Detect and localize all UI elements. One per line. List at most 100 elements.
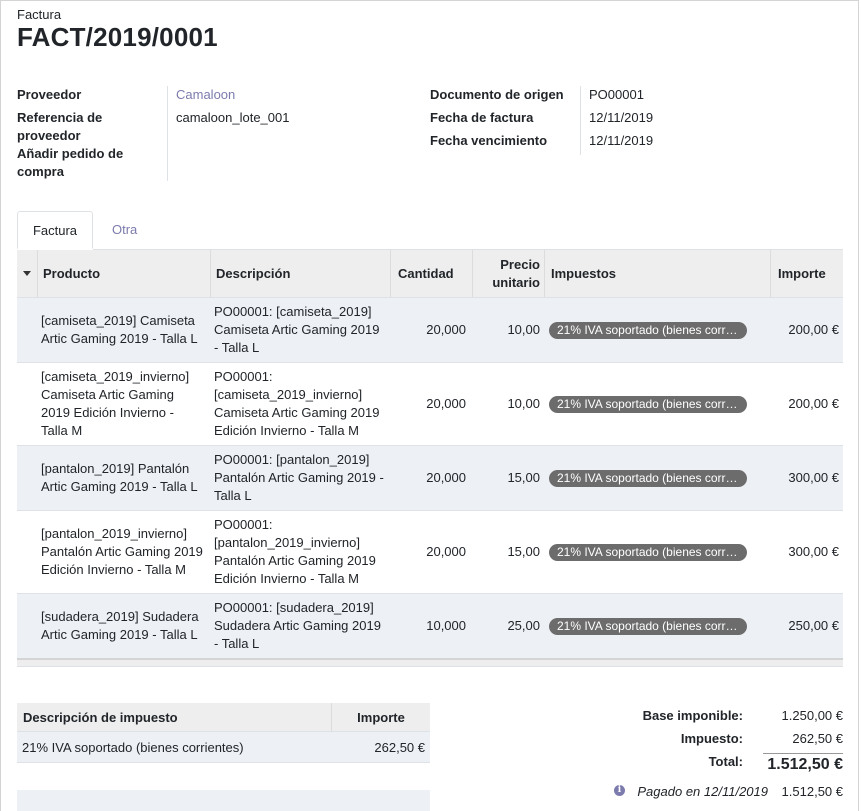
total-separator xyxy=(763,753,843,754)
product-cell-line: Talla M xyxy=(41,423,83,438)
product-cell-line: [pantalon_2019_invierno] xyxy=(41,526,188,541)
table-footer xyxy=(17,658,843,667)
tab-otra-informacion[interactable]: Otra Información xyxy=(97,211,195,275)
tax-badge[interactable]: 21% IVA soportado (bienes corrientes) xyxy=(549,395,747,413)
vendor-ref-label-line1: Referencia de xyxy=(17,110,103,125)
product-cell-line: Artic Gaming 2019 - Talla L xyxy=(41,479,198,494)
description-cell-line: Sudadera Artic Gaming 2019 xyxy=(214,618,381,633)
description-cell-line: Camiseta Artic Gaming 2019 xyxy=(214,322,380,337)
description-cell: PO00001: [camiseta_2019] Camiseta Artic G… xyxy=(214,298,390,362)
amount-cell: 200,00 € xyxy=(788,322,839,337)
description-cell-line: Edición Invierno - Talla M xyxy=(214,423,359,438)
product-cell-line: [camiseta_2019] Camiseta xyxy=(41,313,195,328)
column-header-unit-price[interactable]: Precio unitario xyxy=(472,250,545,297)
tab-factura[interactable]: Factura xyxy=(17,211,93,249)
taxes-cell: 21% IVA soportado (bienes corrientes) xyxy=(549,594,771,658)
description-cell-line: Talla L xyxy=(214,488,252,503)
quantity-cell: 20,000 xyxy=(426,322,466,337)
tax-badge[interactable]: 21% IVA soportado (bienes corrientes) xyxy=(549,469,747,487)
tax-amount-value: 262,50 € xyxy=(792,731,843,746)
taxes-cell: 21% IVA soportado (bienes corrientes) xyxy=(549,363,771,445)
quantity-cell: 20,000 xyxy=(426,544,466,559)
description-cell: PO00001: [pantalon_2019_invierno] Pantalón… xyxy=(214,511,390,593)
column-header-product[interactable]: Producto xyxy=(37,250,211,297)
tax-amount-label: Impuesto: xyxy=(680,731,743,746)
quantity-cell: 20,000 xyxy=(426,396,466,411)
unit-price-header-line1: Precio xyxy=(500,256,540,272)
total-value: 1.512,50 € xyxy=(767,756,843,773)
tax-badge[interactable]: 21% IVA soportado (bienes corrientes) xyxy=(549,543,747,561)
amount-cell: 200,00 € xyxy=(788,396,839,411)
column-header-description[interactable]: Descripción xyxy=(210,250,391,297)
description-cell-line: PO00001: [sudadera_2019] xyxy=(214,600,374,615)
description-cell: PO00001: [pantalon_2019] Pantalón Artic G… xyxy=(214,446,390,510)
invoice-number-title: FACT/2019/0001 xyxy=(17,22,218,52)
table-header: Producto Descripción Cantidad Precio uni… xyxy=(17,250,843,299)
tax-row-description: 21% IVA soportado (bienes corrientes) xyxy=(17,732,332,763)
sort-toggle[interactable] xyxy=(17,250,37,297)
untaxed-amount-label: Base imponible: xyxy=(642,708,743,723)
origin-document-value: PO00001 xyxy=(589,87,644,102)
product-cell-line: [pantalon_2019] Pantalón xyxy=(41,461,190,476)
tax-row-amount: 262,50 € xyxy=(332,732,430,763)
tax-badge[interactable]: 21% IVA soportado (bienes corrientes) xyxy=(549,617,747,635)
vendor-ref-label-line2: proveedor xyxy=(17,128,81,143)
product-cell: [sudadera_2019] Sudadera Artic Gaming 201… xyxy=(41,594,211,658)
table-row[interactable]: [camiseta_2019] Camiseta Artic Gaming 201… xyxy=(17,298,843,363)
unit-price-cell: 25,00 xyxy=(507,618,540,633)
vendor-link[interactable]: Camaloon xyxy=(176,86,235,104)
product-cell-line: Camiseta Artic Gaming xyxy=(41,387,174,402)
table-row[interactable]: [camiseta_2019_invierno] Camiseta Artic G… xyxy=(17,363,843,446)
taxes-cell: 21% IVA soportado (bienes corrientes) xyxy=(549,446,771,510)
unit-price-cell: 15,00 xyxy=(507,470,540,485)
description-cell-line: [camiseta_2019_invierno] xyxy=(214,387,363,402)
description-cell-line: [pantalon_2019_invierno] xyxy=(214,535,361,550)
unit-price-cell: 10,00 xyxy=(507,396,540,411)
table-row[interactable]: [pantalon_2019] Pantalón Artic Gaming 201… xyxy=(17,446,843,511)
vendor-label: Proveedor xyxy=(17,87,82,102)
tax-desc-header: Descripción de impuesto xyxy=(17,703,332,732)
product-cell-line: Artic Gaming 2019 - Talla L xyxy=(41,627,198,642)
description-cell-line: PO00001: xyxy=(214,369,273,384)
description-cell-line: Pantalón Artic Gaming 2019 - xyxy=(214,470,384,485)
product-cell-line: Edición Invierno - Talla M xyxy=(41,562,186,577)
description-cell-line: Pantalón Artic Gaming 2019 xyxy=(214,553,376,568)
tax-table-filler xyxy=(17,790,430,811)
product-cell: [camiseta_2019_invierno] Camiseta Artic G… xyxy=(41,363,211,445)
description-cell-line: Camiseta Artic Gaming 2019 xyxy=(214,405,380,420)
taxes-cell: 21% IVA soportado (bienes corrientes) xyxy=(549,511,771,593)
total-label: Total: xyxy=(708,754,743,769)
column-header-quantity[interactable]: Cantidad xyxy=(390,250,473,297)
vendor-reference-value: camaloon_lote_001 xyxy=(176,110,290,125)
due-date-label: Fecha vencimiento xyxy=(430,133,548,148)
due-date-value: 12/11/2019 xyxy=(589,133,654,148)
invoice-date-label: Fecha de factura xyxy=(430,110,534,125)
caret-down-icon xyxy=(23,271,31,276)
description-cell: PO00001: [sudadera_2019] Sudadera Artic G… xyxy=(214,594,390,658)
product-cell-line: Pantalón Artic Gaming 2019 xyxy=(41,544,203,559)
column-header-amount[interactable]: Importe xyxy=(770,250,843,297)
description-cell-line: - Talla L xyxy=(214,340,260,355)
invoice-date-value: 12/11/2019 xyxy=(589,110,654,125)
origin-document-label: Documento de origen xyxy=(430,87,564,102)
document-type-label: Factura xyxy=(17,7,62,22)
amount-cell: 300,00 € xyxy=(788,544,839,559)
add-po-label-line1: Añadir pedido de xyxy=(17,146,124,161)
unit-price-cell: 15,00 xyxy=(507,544,540,559)
table-row[interactable]: [pantalon_2019_invierno] Pantalón Artic G… xyxy=(17,511,843,594)
add-po-label-line2: compra xyxy=(17,164,64,179)
untaxed-amount-value: 1.250,00 € xyxy=(781,708,843,723)
column-header-taxes[interactable]: Impuestos xyxy=(544,250,771,297)
product-cell: [pantalon_2019] Pantalón Artic Gaming 201… xyxy=(41,446,211,510)
tax-amount-header: Importe xyxy=(332,703,430,732)
product-cell-line: [camiseta_2019_invierno] xyxy=(41,369,190,384)
description-cell-line: - Talla L xyxy=(214,636,260,651)
payment-value: 1.512,50 € xyxy=(781,784,843,799)
quantity-cell: 20,000 xyxy=(426,470,466,485)
quantity-cell: 10,000 xyxy=(426,618,466,633)
unit-price-header-line2: unitario xyxy=(492,274,540,290)
description-cell-line: PO00001: [pantalon_2019] xyxy=(214,452,370,467)
field-separator xyxy=(580,86,581,155)
table-row[interactable]: [sudadera_2019] Sudadera Artic Gaming 201… xyxy=(17,594,843,659)
tax-badge[interactable]: 21% IVA soportado (bienes corrientes) xyxy=(549,321,747,339)
